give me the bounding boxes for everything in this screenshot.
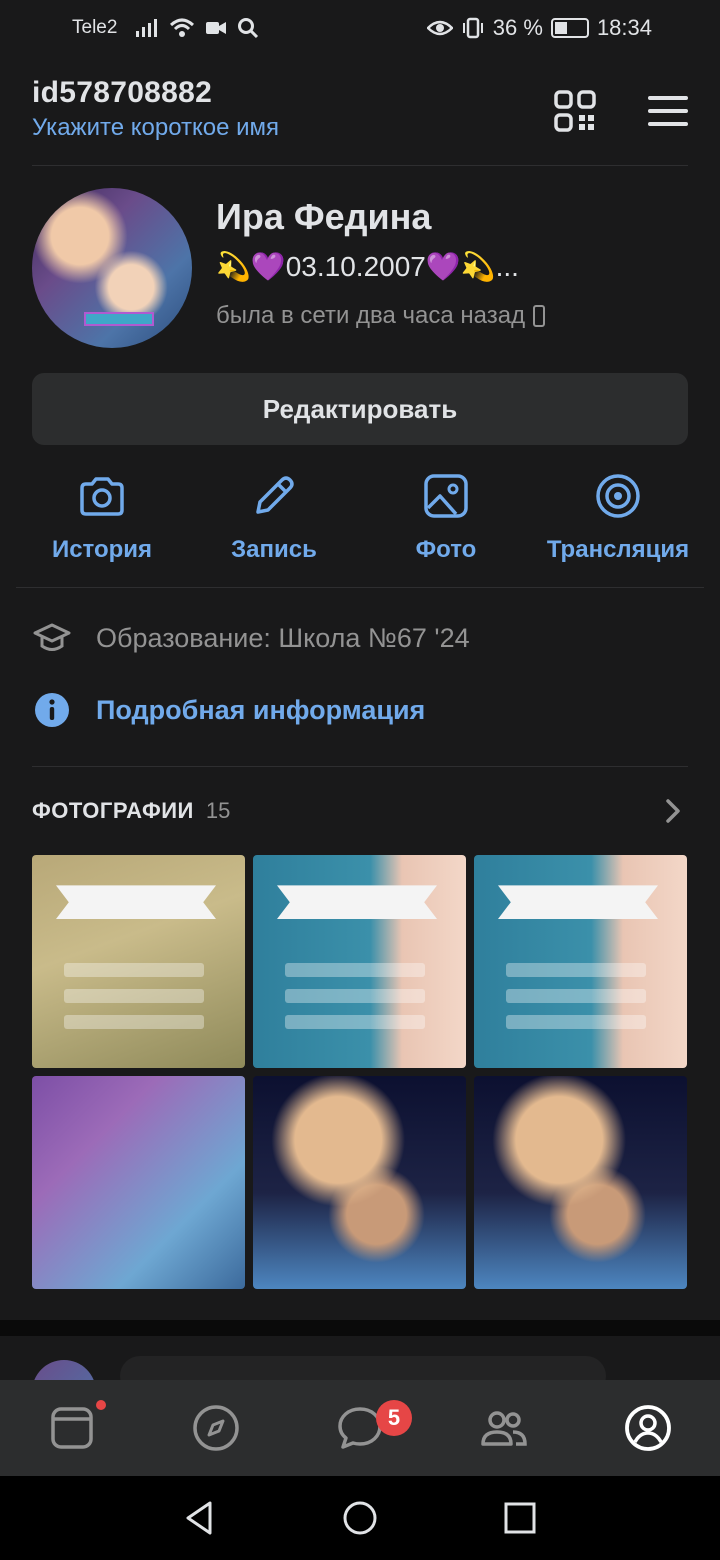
online-status-text: была в сети два часа назад xyxy=(216,302,526,329)
bottom-tab-bar: 5 xyxy=(0,1380,720,1476)
graduation-cap-icon xyxy=(32,618,72,658)
battery-percent: 36 % xyxy=(492,15,543,40)
notification-dot xyxy=(96,1400,106,1410)
photos-count: 15 xyxy=(205,798,231,823)
feed-icon xyxy=(51,1407,93,1449)
status-right: 36 % 18:34 xyxy=(426,0,652,56)
photos-grid xyxy=(32,855,688,1289)
tab-discover[interactable] xyxy=(144,1380,288,1476)
eye-icon xyxy=(426,20,453,36)
photo-text-lines xyxy=(506,963,646,1041)
tab-feed[interactable] xyxy=(0,1380,144,1476)
photo-thumbnail[interactable] xyxy=(253,855,466,1068)
menu-icon[interactable] xyxy=(648,94,688,128)
photo-banner xyxy=(498,885,658,919)
divider xyxy=(32,766,688,767)
more-info-text: Подробная информация xyxy=(96,694,426,725)
online-status: была в сети два часа назад xyxy=(216,302,546,330)
qr-code-icon[interactable] xyxy=(554,90,596,132)
action-story-label: История xyxy=(51,536,153,563)
photos-header[interactable]: ФОТОГРАФИИ 15 xyxy=(32,796,688,826)
friends-icon xyxy=(481,1411,527,1446)
photo-thumbnail[interactable] xyxy=(474,855,687,1068)
photo-banner xyxy=(277,885,437,919)
photo-thumbnail[interactable] xyxy=(474,1076,687,1289)
back-icon[interactable] xyxy=(180,1498,220,1538)
action-photo-label: Фото xyxy=(415,536,477,563)
action-broadcast-label: Трансляция xyxy=(546,536,690,563)
profile-card: Ира Федина 💫💜03.10.2007💜💫... была в сети… xyxy=(32,188,688,358)
avatar[interactable] xyxy=(32,188,192,348)
photos-title: ФОТОГРАФИИ xyxy=(32,798,194,823)
more-info-row[interactable]: Подробная информация xyxy=(32,690,688,730)
quick-actions: История Запись Фото Трансляция xyxy=(16,470,704,588)
mobile-icon xyxy=(533,305,546,327)
action-post-label: Запись xyxy=(231,536,317,563)
action-broadcast[interactable]: Трансляция xyxy=(532,470,704,587)
profile-name: Ира Федина xyxy=(216,196,432,237)
action-post[interactable]: Запись xyxy=(188,470,360,587)
profile-status[interactable]: 💫💜03.10.2007💜💫... xyxy=(216,250,519,283)
photo-thumbnail[interactable] xyxy=(32,855,245,1068)
photo-text-lines xyxy=(64,963,204,1041)
video-icon xyxy=(206,22,227,34)
tab-messages[interactable]: 5 xyxy=(288,1380,432,1476)
image-icon xyxy=(424,474,468,518)
system-navigation-bar xyxy=(0,1476,720,1560)
action-photo[interactable]: Фото xyxy=(360,470,532,587)
tab-profile[interactable] xyxy=(576,1380,720,1476)
recents-icon[interactable] xyxy=(500,1498,540,1538)
info-icon xyxy=(32,690,72,730)
battery-icon xyxy=(550,18,589,38)
compass-icon xyxy=(193,1405,239,1451)
broadcast-icon xyxy=(596,474,640,518)
photo-thumbnail[interactable] xyxy=(32,1076,245,1289)
status-bar: Tele2 36 % 18:34 xyxy=(0,0,720,56)
photo-banner xyxy=(56,885,216,919)
edit-profile-button[interactable]: Редактировать xyxy=(32,373,688,445)
wifi-icon xyxy=(170,18,195,37)
photo-thumbnail[interactable] xyxy=(253,1076,466,1289)
messages-badge: 5 xyxy=(376,1400,412,1436)
status-left: Tele2 xyxy=(72,17,259,39)
camera-icon xyxy=(80,477,124,516)
tab-friends[interactable] xyxy=(432,1380,576,1476)
vibrate-icon xyxy=(462,17,483,39)
home-icon[interactable] xyxy=(340,1498,380,1538)
search-icon xyxy=(238,18,259,39)
signal-icon xyxy=(136,19,158,37)
education-row: Образование: Школа №67 '24 xyxy=(32,618,688,658)
profile-icon xyxy=(625,1405,671,1451)
chevron-right-icon[interactable] xyxy=(664,798,682,824)
education-text: Образование: Школа №67 '24 xyxy=(96,622,470,653)
carrier-label: Tele2 xyxy=(72,17,118,38)
clock: 18:34 xyxy=(596,15,652,40)
photo-text-lines xyxy=(285,963,425,1041)
section-separator xyxy=(0,1320,720,1336)
profile-header: id578708882 Укажите короткое имя xyxy=(32,76,688,166)
action-story[interactable]: История xyxy=(16,470,188,587)
avatar-sticker xyxy=(84,312,154,326)
pencil-icon xyxy=(256,476,294,514)
